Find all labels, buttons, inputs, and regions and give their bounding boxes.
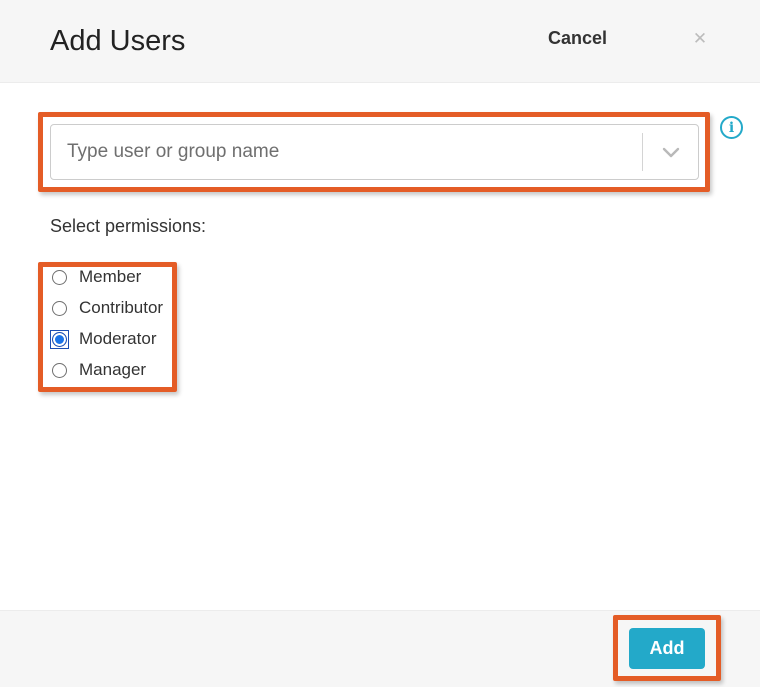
permissions-label: Select permissions: bbox=[50, 216, 207, 236]
dialog-title: Add Users bbox=[50, 24, 186, 57]
chevron-down-icon[interactable] bbox=[643, 125, 698, 179]
dialog-header: Add Users bbox=[0, 0, 760, 83]
radio-label: Member bbox=[79, 267, 142, 286]
user-search-input[interactable] bbox=[51, 125, 643, 179]
radio-label: Moderator bbox=[79, 329, 157, 348]
info-icon[interactable]: i bbox=[720, 116, 743, 139]
radio-button-icon[interactable] bbox=[50, 268, 69, 287]
close-icon[interactable]: ✕ bbox=[687, 26, 713, 52]
radio-label: Manager bbox=[79, 360, 147, 379]
radio-button-icon[interactable] bbox=[50, 361, 69, 380]
permissions-radio-group: Member Contributor Moderator Manager bbox=[50, 266, 163, 381]
radio-option-manager[interactable]: Manager bbox=[50, 359, 163, 381]
user-picker-combo bbox=[50, 124, 699, 180]
cancel-button[interactable]: Cancel bbox=[548, 0, 607, 77]
radio-button-icon[interactable] bbox=[50, 329, 69, 349]
radio-option-member[interactable]: Member bbox=[50, 266, 163, 288]
radio-button-icon[interactable] bbox=[50, 299, 69, 318]
radio-label: Contributor bbox=[79, 298, 164, 317]
add-button[interactable]: Add bbox=[629, 628, 705, 669]
radio-option-moderator[interactable]: Moderator bbox=[50, 328, 163, 350]
add-users-dialog: Add Users ✕ i Select permissions: Member… bbox=[0, 0, 760, 687]
radio-option-contributor[interactable]: Contributor bbox=[50, 297, 163, 319]
